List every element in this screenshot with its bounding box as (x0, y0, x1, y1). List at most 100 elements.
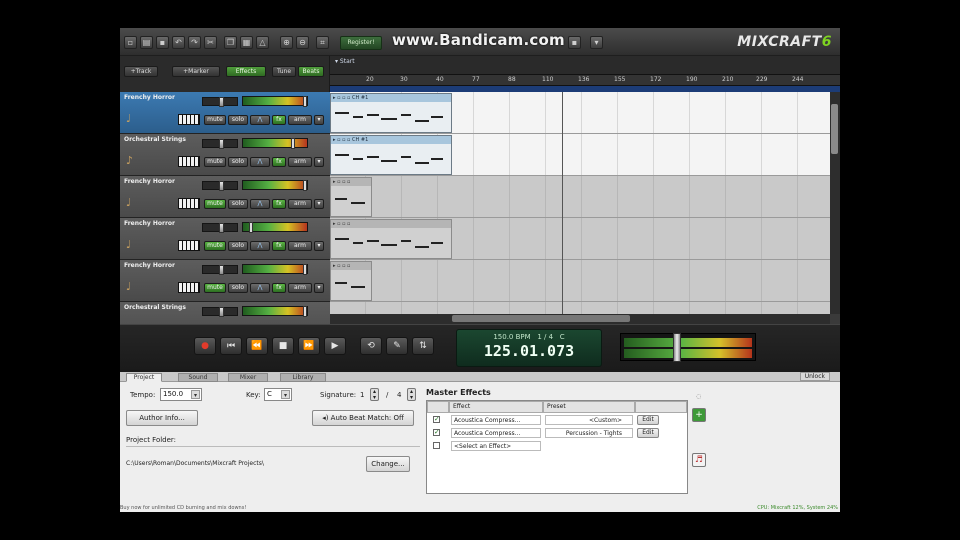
preset-select[interactable]: <Custom> (545, 415, 633, 425)
clip-header[interactable]: ▸ ▫ ▫ ▫ CH #1 (331, 94, 451, 102)
track-name[interactable]: Frenchy Horror (124, 262, 175, 269)
unlock-button[interactable]: Unlock (799, 372, 830, 381)
track-header[interactable]: Frenchy Horror ♩ mute solo ⋀ fx arm ▾ (120, 176, 330, 218)
track-volume-slider[interactable] (202, 139, 238, 149)
fx-button[interactable]: fx (272, 241, 286, 251)
edit-effect-button[interactable]: Edit (637, 428, 659, 438)
piano-keys-icon[interactable] (178, 198, 200, 209)
fx-button[interactable]: fx (272, 115, 286, 125)
track-header[interactable]: Frenchy Horror ♩ mute solo ⋀ fx arm ▾ (120, 92, 330, 134)
copy-icon[interactable]: ❐ (224, 36, 237, 49)
track-pan-meter[interactable] (242, 306, 308, 317)
edit-icon[interactable]: ✎ (386, 337, 408, 355)
automation-button[interactable]: ⋀ (250, 241, 270, 251)
automation-button[interactable]: ⋀ (250, 283, 270, 293)
track-name[interactable]: Frenchy Horror (124, 178, 175, 185)
rewind-start-icon[interactable]: ⏮ (220, 337, 242, 355)
track-name[interactable]: Orchestral Strings (124, 136, 186, 143)
scroll-thumb[interactable] (452, 315, 630, 322)
rewind-icon[interactable]: ⏪ (246, 337, 268, 355)
clip-header[interactable]: ▸ ▫ ▫ ▫ (331, 262, 371, 270)
master-volume-slider[interactable] (673, 333, 681, 362)
arm-button[interactable]: arm (288, 241, 312, 251)
track-volume-slider[interactable] (202, 97, 238, 107)
solo-button[interactable]: solo (228, 283, 248, 293)
tab-library[interactable]: Library (280, 373, 326, 382)
track-pan-meter[interactable] (242, 222, 308, 233)
mute-button[interactable]: mute (204, 157, 226, 167)
redo-icon[interactable]: ↷ (188, 36, 201, 49)
volume-knob[interactable] (219, 139, 224, 149)
timeline-ruler[interactable]: 20 30 40 77 88 110 136 155 172 190 210 2… (330, 74, 840, 86)
track-lane[interactable] (330, 302, 830, 314)
tab-mixer[interactable]: Mixer (228, 373, 268, 382)
zoom-in-icon[interactable]: ⊕ (280, 36, 293, 49)
new-file-icon[interactable]: ▫ (124, 36, 137, 49)
effect-select[interactable]: <Select an Effect> (451, 441, 541, 451)
midi-clip[interactable]: ▸ ▫ ▫ ▫ CH #1 (330, 93, 452, 133)
track-name[interactable]: Frenchy Horror (124, 220, 175, 227)
playhead[interactable] (562, 92, 563, 314)
track-header[interactable]: Orchestral Strings ♪ mute solo ⋀ fx arm ▾ (120, 134, 330, 176)
track-name[interactable]: Orchestral Strings (124, 304, 186, 311)
add-marker-button[interactable]: +Marker (172, 66, 220, 77)
tab-sound[interactable]: Sound (178, 373, 218, 382)
chevron-down-icon[interactable]: ▾ (281, 390, 290, 399)
effect-enable-checkbox[interactable] (433, 442, 440, 449)
record-mode-icon[interactable]: ▪ (568, 36, 581, 49)
midi-clip[interactable]: ▸ ▫ ▫ ▫ CH #1 (330, 135, 452, 175)
denominator-stepper[interactable]: ▴ ▾ (407, 388, 416, 401)
dropdown-icon[interactable]: ▾ (590, 36, 603, 49)
pan-knob[interactable] (291, 138, 295, 149)
track-pan-meter[interactable] (242, 96, 308, 107)
clip-header[interactable]: ▸ ▫ ▫ ▫ CH #1 (331, 136, 451, 144)
pan-knob[interactable] (303, 306, 307, 317)
tempo-select[interactable]: 150.0 ▾ (160, 388, 202, 401)
snap-icon[interactable]: ⌗ (316, 36, 329, 49)
piano-keys-icon[interactable] (178, 282, 200, 293)
save-icon[interactable]: ▪ (156, 36, 169, 49)
pan-knob[interactable] (303, 264, 307, 275)
play-icon[interactable]: ▶ (324, 337, 346, 355)
split-icon[interactable]: ⇅ (412, 337, 434, 355)
key-select[interactable]: C ▾ (264, 388, 292, 401)
pan-knob[interactable] (303, 96, 307, 107)
fx-button[interactable]: fx (272, 199, 286, 209)
piano-keys-icon[interactable] (178, 240, 200, 251)
track-volume-slider[interactable] (202, 181, 238, 191)
add-effect-icon[interactable]: + (692, 408, 706, 422)
vertical-scrollbar[interactable] (830, 92, 840, 314)
chevron-down-icon[interactable]: ▾ (191, 390, 200, 399)
edit-effect-button[interactable]: Edit (637, 415, 659, 425)
fx-button[interactable]: fx (272, 157, 286, 167)
track-menu-icon[interactable]: ▾ (314, 199, 324, 209)
volume-knob[interactable] (219, 181, 224, 191)
track-pan-meter[interactable] (242, 264, 308, 275)
loop-icon[interactable]: ⟲ (360, 337, 382, 355)
arrangement-area[interactable]: ▸ ▫ ▫ ▫ CH #1 ▸ ▫ ▫ ▫ CH #1 ▸ ▫ ▫ ▫ ▸ ▫ ▫ … (330, 92, 830, 314)
metronome-icon[interactable]: △ (256, 36, 269, 49)
stop-icon[interactable]: ■ (272, 337, 294, 355)
track-menu-icon[interactable]: ▾ (314, 283, 324, 293)
track-pan-meter[interactable] (242, 180, 308, 191)
solo-button[interactable]: solo (228, 157, 248, 167)
track-lane[interactable] (330, 176, 830, 218)
solo-button[interactable]: solo (228, 241, 248, 251)
mute-button[interactable]: mute (204, 241, 226, 251)
track-volume-slider[interactable] (202, 307, 238, 317)
track-menu-icon[interactable]: ▾ (314, 115, 324, 125)
track-pan-meter[interactable] (242, 138, 308, 149)
record-icon[interactable]: ● (194, 337, 216, 355)
piano-keys-icon[interactable] (178, 114, 200, 125)
arm-button[interactable]: arm (288, 199, 312, 209)
tab-project[interactable]: Project (126, 373, 162, 382)
automation-button[interactable]: ⋀ (250, 115, 270, 125)
scroll-thumb[interactable] (831, 104, 838, 154)
beats-button[interactable]: Beats (298, 66, 324, 77)
undo-icon[interactable]: ↶ (172, 36, 185, 49)
automation-button[interactable]: ⋀ (250, 199, 270, 209)
clip-header[interactable]: ▸ ▫ ▫ ▫ (331, 178, 371, 186)
clip-header[interactable]: ▸ ▫ ▫ ▫ (331, 220, 451, 228)
midi-clip[interactable]: ▸ ▫ ▫ ▫ (330, 261, 372, 301)
arm-button[interactable]: arm (288, 283, 312, 293)
